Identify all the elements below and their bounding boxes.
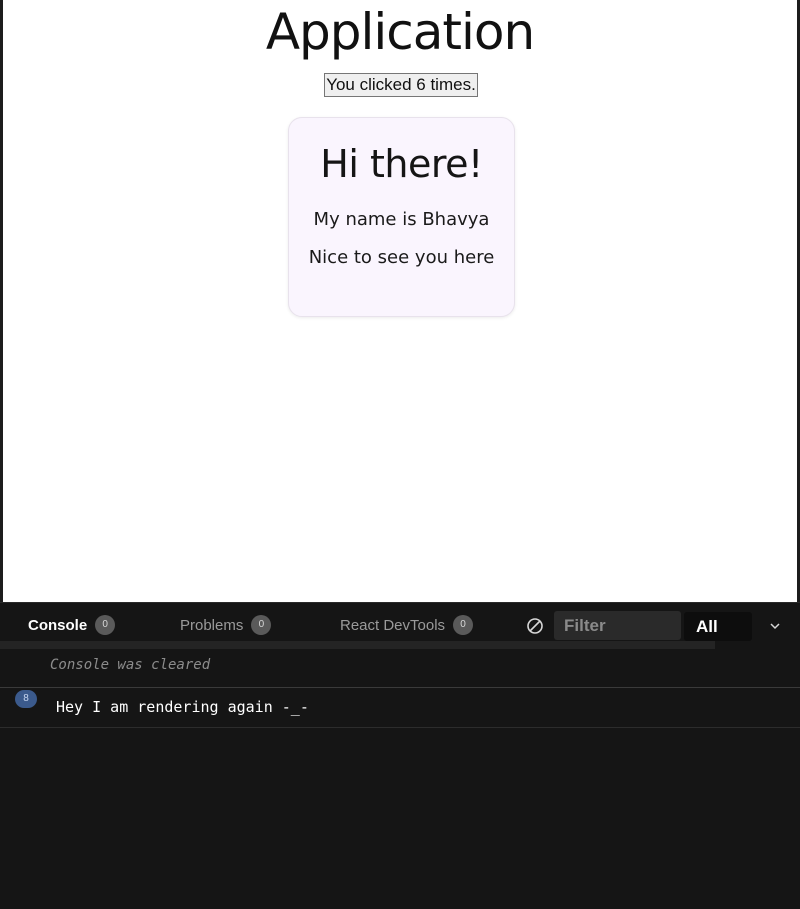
devtools-tabbar: Console 0 Problems 0 React DevTools 0 Al… <box>0 603 800 645</box>
console-log-row: 8 Hey I am rendering again -_- <box>0 688 800 727</box>
horizontal-scrollbar[interactable] <box>0 641 715 649</box>
greeting-card: Hi there! My name is Bhavya Nice to see … <box>288 117 515 317</box>
card-title: Hi there! <box>320 142 483 186</box>
log-level-value: All <box>696 617 718 636</box>
tab-console-count: 0 <box>95 615 116 635</box>
app-preview: Application You clicked 6 times. Hi ther… <box>0 0 800 602</box>
chevron-down-icon[interactable] <box>769 621 781 631</box>
app-title: Application <box>265 3 535 61</box>
console-cleared-message: Console was cleared <box>50 657 211 673</box>
tab-problems-label: Problems <box>180 616 244 634</box>
tab-react-devtools-count: 0 <box>453 615 474 635</box>
card-welcome-line: Nice to see you here <box>308 247 495 268</box>
tab-console[interactable]: Console 0 <box>28 614 116 636</box>
card-name-line: My name is Bhavya <box>313 209 490 230</box>
clear-console-icon[interactable] <box>526 617 544 635</box>
devtools-panel: Console 0 Problems 0 React DevTools 0 Al… <box>0 602 800 909</box>
tab-console-label: Console <box>28 616 88 634</box>
tab-problems[interactable]: Problems 0 <box>180 614 272 636</box>
console-filter-input[interactable] <box>554 611 681 640</box>
click-count-button[interactable]: You clicked 6 times. <box>324 73 478 97</box>
log-message: Hey I am rendering again -_- <box>56 698 309 716</box>
tab-problems-count: 0 <box>251 615 272 635</box>
log-level-select[interactable]: All <box>684 612 752 641</box>
tab-react-devtools-label: React DevTools <box>340 616 446 634</box>
log-repeat-count: 8 <box>15 690 37 708</box>
log-divider <box>0 727 800 728</box>
tab-react-devtools[interactable]: React DevTools 0 <box>340 614 474 636</box>
